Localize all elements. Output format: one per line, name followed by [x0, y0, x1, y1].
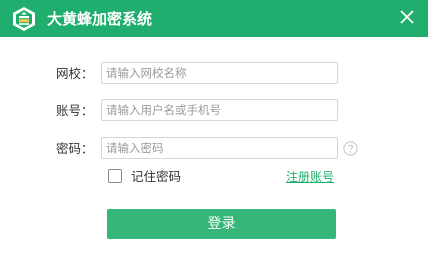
remember-password-checkbox[interactable] [108, 169, 122, 183]
question-mark-circle-icon[interactable] [343, 141, 358, 156]
password-label: 密码： [56, 141, 94, 156]
remember-password-label[interactable]: 记住密码 [131, 169, 181, 185]
password-input[interactable] [101, 137, 338, 159]
school-input[interactable] [101, 62, 338, 84]
login-window: 大黄蜂加密系统 网校： 账号： 密码： 记住密码 注册账号 登录 [0, 0, 428, 265]
title-bar[interactable]: 大黄蜂加密系统 [0, 0, 428, 37]
close-icon[interactable] [398, 8, 416, 26]
account-input[interactable] [101, 99, 338, 121]
school-label: 网校： [56, 66, 94, 81]
register-account-link[interactable]: 注册账号 [286, 169, 334, 185]
hexagon-shield-logo-icon [13, 7, 35, 31]
window-title: 大黄蜂加密系统 [47, 10, 153, 28]
login-button[interactable]: 登录 [107, 209, 336, 239]
account-label: 账号： [56, 103, 94, 118]
